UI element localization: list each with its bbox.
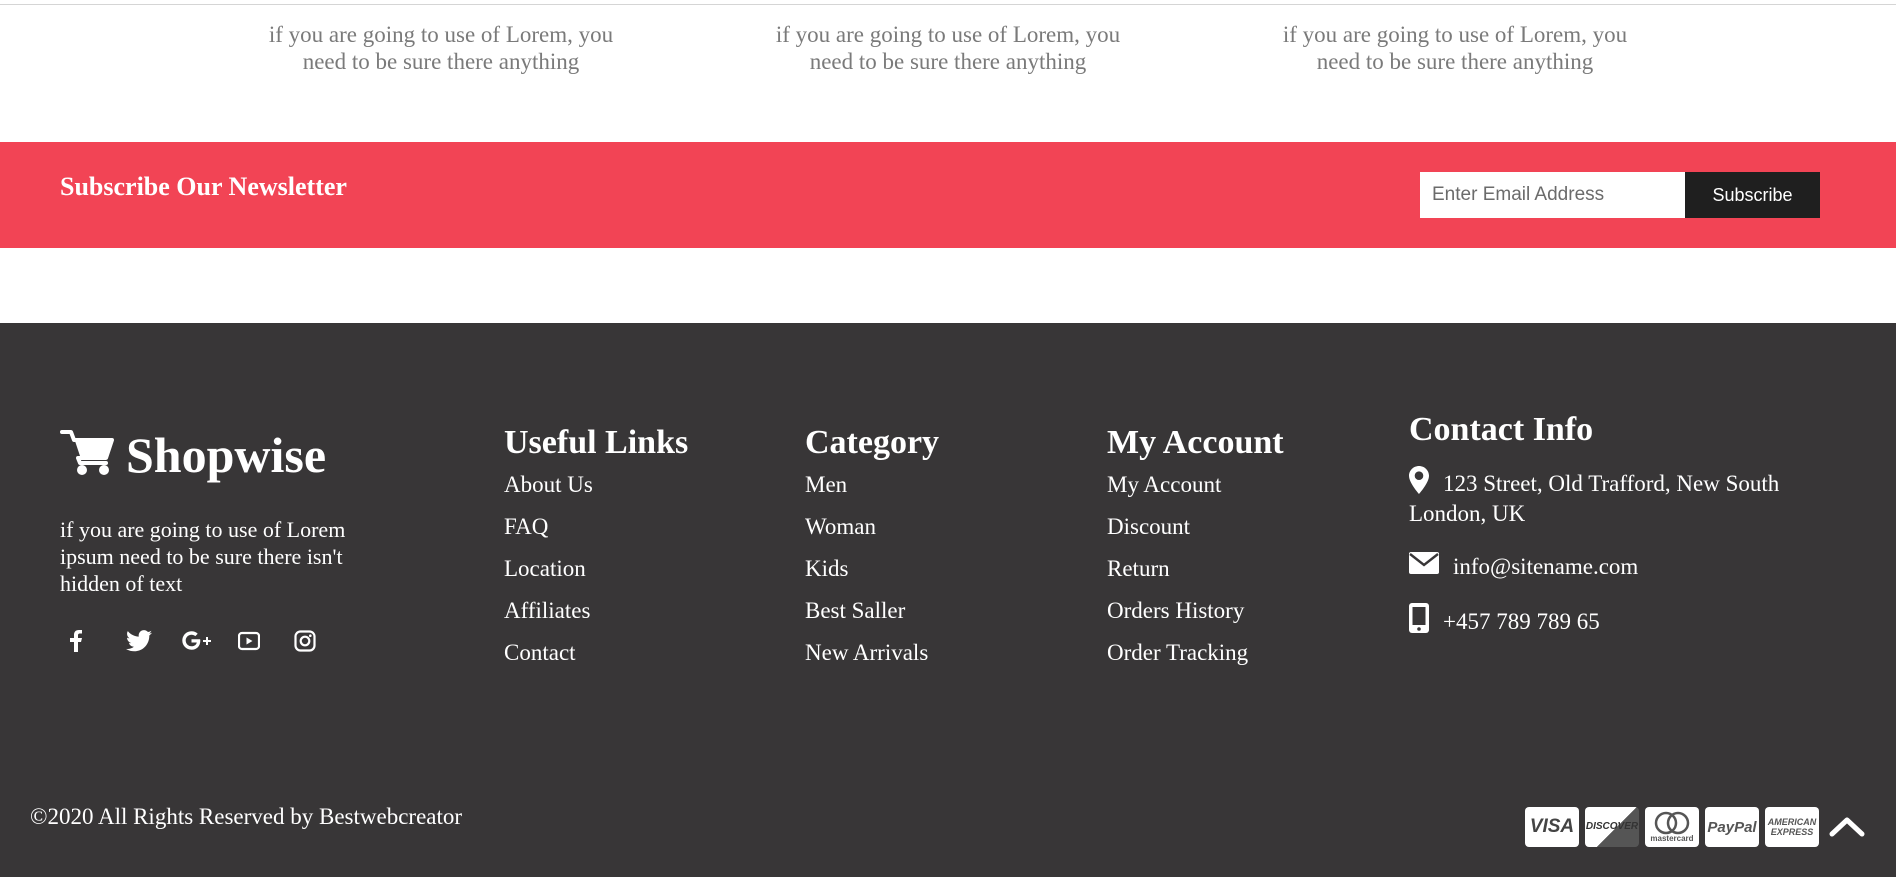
footer-link-about-us[interactable]: About Us [504,471,688,499]
feature-description: if you are going to use of Lorem, you ne… [1282,22,1628,74]
envelope-icon [1409,551,1439,580]
footer-link-men[interactable]: Men [805,471,939,499]
footer-link-woman[interactable]: Woman [805,513,939,541]
useful-links-column: Useful Links About Us FAQ Location Affil… [504,423,688,681]
contact-phone-text[interactable]: +457 789 789 65 [1443,609,1600,634]
social-links [70,626,350,656]
feature-item-3: if you are going to use of Lorem, you ne… [1265,21,1645,75]
footer-link-contact[interactable]: Contact [504,639,688,667]
footer-link-discount[interactable]: Discount [1107,513,1284,541]
twitter-icon[interactable] [126,626,182,656]
mobile-phone-icon [1409,602,1429,639]
footer-link-faq[interactable]: FAQ [504,513,688,541]
contact-address: 123 Street, Old Trafford, New South Lond… [1409,466,1809,527]
discover-card-icon: DISCOVER [1585,807,1639,847]
footer-link-new-arrivals[interactable]: New Arrivals [805,639,939,667]
brand-logo[interactable]: Shopwise [60,428,326,481]
chevron-up-icon[interactable] [1827,808,1867,844]
footer-link-order-tracking[interactable]: Order Tracking [1107,639,1284,667]
feature-item-1: if you are going to use of Lorem, you ne… [251,21,631,75]
category-column: Category Men Woman Kids Best Saller New … [805,423,939,681]
contact-address-text: 123 Street, Old Trafford, New South Lond… [1409,471,1780,526]
youtube-icon[interactable] [238,626,294,656]
payment-methods: VISA DISCOVER mastercard PayPal AMERICAN… [1525,807,1819,847]
shopping-cart-icon [60,428,116,481]
map-marker-icon [1409,466,1429,500]
footer-link-return[interactable]: Return [1107,555,1284,583]
mastercard-label: mastercard [1650,834,1694,843]
footer-link-kids[interactable]: Kids [805,555,939,583]
amex-card-icon: AMERICAN EXPRESS [1765,807,1819,847]
contact-email[interactable]: info@sitename.com [1409,551,1809,580]
instagram-icon[interactable] [294,626,350,656]
contact-info-column: Contact Info 123 Street, Old Trafford, N… [1409,410,1809,639]
footer-link-best-saller[interactable]: Best Saller [805,597,939,625]
my-account-column: My Account My Account Discount Return Or… [1107,423,1284,681]
contact-info-title: Contact Info [1409,411,1594,448]
top-divider [0,4,1896,5]
google-plus-icon[interactable] [182,626,238,656]
contact-phone[interactable]: +457 789 789 65 [1409,602,1809,639]
useful-links-title: Useful Links [504,424,689,461]
footer: Shopwise if you are going to use of Lore… [0,323,1896,877]
footer-link-orders-history[interactable]: Orders History [1107,597,1284,625]
paypal-card-icon: PayPal [1705,807,1759,847]
newsletter-bar: Subscribe Our Newsletter Subscribe [0,142,1896,248]
email-input[interactable] [1420,172,1686,218]
my-account-title: My Account [1107,424,1284,461]
feature-item-2: if you are going to use of Lorem, you ne… [758,21,1138,75]
visa-card-icon: VISA [1525,807,1579,847]
contact-email-text[interactable]: info@sitename.com [1453,554,1638,579]
feature-description: if you are going to use of Lorem, you ne… [268,22,614,74]
feature-description: if you are going to use of Lorem, you ne… [775,22,1121,74]
facebook-icon[interactable] [70,626,126,656]
newsletter-title: Subscribe Our Newsletter [60,172,347,201]
subscribe-button[interactable]: Subscribe [1685,172,1820,218]
category-title: Category [805,424,940,461]
mastercard-card-icon: mastercard [1645,807,1699,847]
footer-link-location[interactable]: Location [504,555,688,583]
copyright-text: ©2020 All Rights Reserved by Bestwebcrea… [30,804,463,829]
footer-link-affiliates[interactable]: Affiliates [504,597,688,625]
brand-description: if you are going to use of Lorem ipsum n… [60,517,346,596]
footer-link-my-account[interactable]: My Account [1107,471,1284,499]
brand-name: Shopwise [126,426,327,483]
